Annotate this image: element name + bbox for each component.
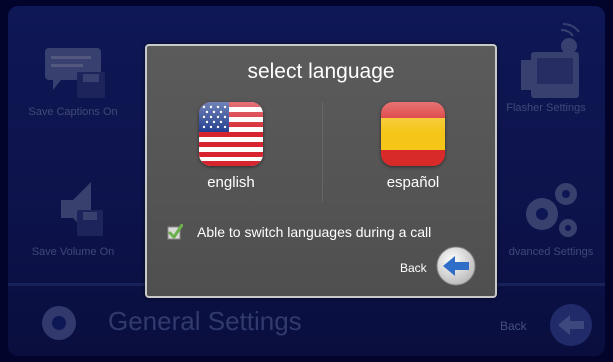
language-dialog: select language english español Able to …	[145, 44, 497, 298]
back-button-icon[interactable]	[436, 246, 476, 286]
us-flag-icon	[199, 102, 263, 166]
spanish-button[interactable]	[381, 102, 445, 166]
spanish-label[interactable]: español	[353, 174, 473, 191]
checkbox-checked-icon[interactable]	[167, 224, 183, 240]
back-label: Back	[400, 261, 427, 275]
checkbox-label: Able to switch languages during a call	[197, 224, 432, 240]
screen: Save Captions On Flasher Settings Save V…	[0, 0, 613, 362]
english-button[interactable]	[199, 102, 263, 166]
english-label[interactable]: english	[171, 174, 291, 191]
switch-language-option[interactable]: Able to switch languages during a call	[167, 222, 431, 242]
dialog-title: select language	[247, 60, 395, 83]
option-divider	[322, 102, 323, 202]
spain-flag-icon	[381, 102, 445, 166]
